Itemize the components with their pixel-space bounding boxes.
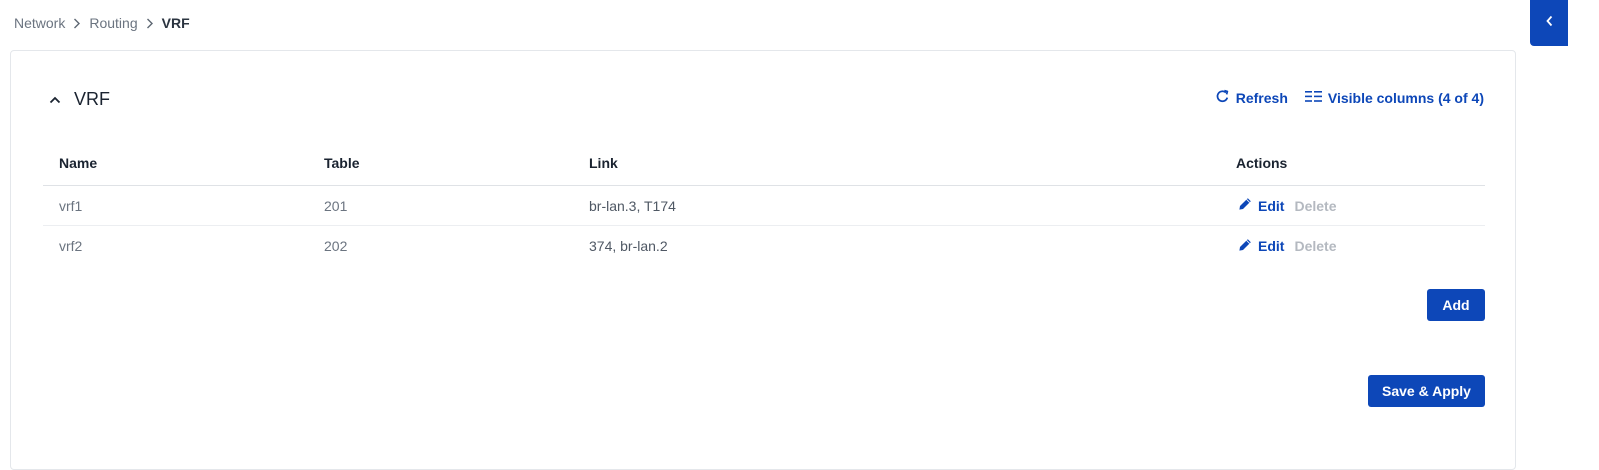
add-button[interactable]: Add [1427,289,1485,321]
cell-table: 202 [324,238,348,254]
breadcrumb-item-routing[interactable]: Routing [89,15,137,31]
chevron-left-icon [1545,14,1554,32]
section-collapse-toggle[interactable]: VRF [49,89,110,110]
cell-actions: Edit Delete [1220,197,1485,214]
visible-columns-button[interactable]: Visible columns (4 of 4) [1304,90,1484,106]
table-header-row: Name Table Link Actions [43,141,1485,186]
chevron-up-icon [49,91,74,109]
refresh-icon [1215,89,1236,107]
column-header-name[interactable]: Name [43,155,308,171]
vrf-section-card: VRF Refresh Visible columns (4 of 4) Nam… [10,50,1516,470]
column-header-table[interactable]: Table [308,155,573,171]
table-row: vrf1 201 br-lan.3, T174 Edit Delete [43,186,1485,226]
vrf-table: Name Table Link Actions vrf1 201 br-lan.… [43,141,1485,266]
refresh-button[interactable]: Refresh [1215,89,1288,107]
columns-list-icon [1304,90,1328,106]
table-row: vrf2 202 374, br-lan.2 Edit Delete [43,226,1485,266]
sidebar-toggle-button[interactable] [1530,0,1568,46]
edit-button[interactable]: Edit [1236,197,1284,214]
save-apply-button[interactable]: Save & Apply [1368,375,1485,407]
chevron-right-icon [146,18,154,29]
column-header-link[interactable]: Link [573,155,1220,171]
cell-name: vrf1 [59,197,83,214]
breadcrumb-current: VRF [161,15,190,31]
pencil-icon [1236,238,1258,255]
cell-actions: Edit Delete [1220,238,1485,255]
cell-name: vrf2 [59,238,83,254]
refresh-label: Refresh [1235,90,1288,106]
table-toolbar: Refresh Visible columns (4 of 4) [1215,89,1484,107]
chevron-right-icon [73,18,81,29]
section-title: VRF [74,89,110,109]
pencil-icon [1236,197,1258,214]
visible-columns-label: Visible columns (4 of 4) [1327,90,1484,106]
edit-button[interactable]: Edit [1236,238,1284,255]
delete-button[interactable]: Delete [1294,238,1336,254]
delete-button[interactable]: Delete [1294,198,1336,214]
edit-label: Edit [1258,238,1285,254]
cell-table: 201 [324,197,348,214]
breadcrumb-item-network[interactable]: Network [14,15,65,31]
cell-link: 374, br-lan.2 [589,238,668,254]
cell-link: br-lan.3, T174 [589,197,676,214]
edit-label: Edit [1258,197,1285,214]
column-header-actions: Actions [1236,155,1288,171]
breadcrumb: Network Routing VRF [14,15,190,31]
